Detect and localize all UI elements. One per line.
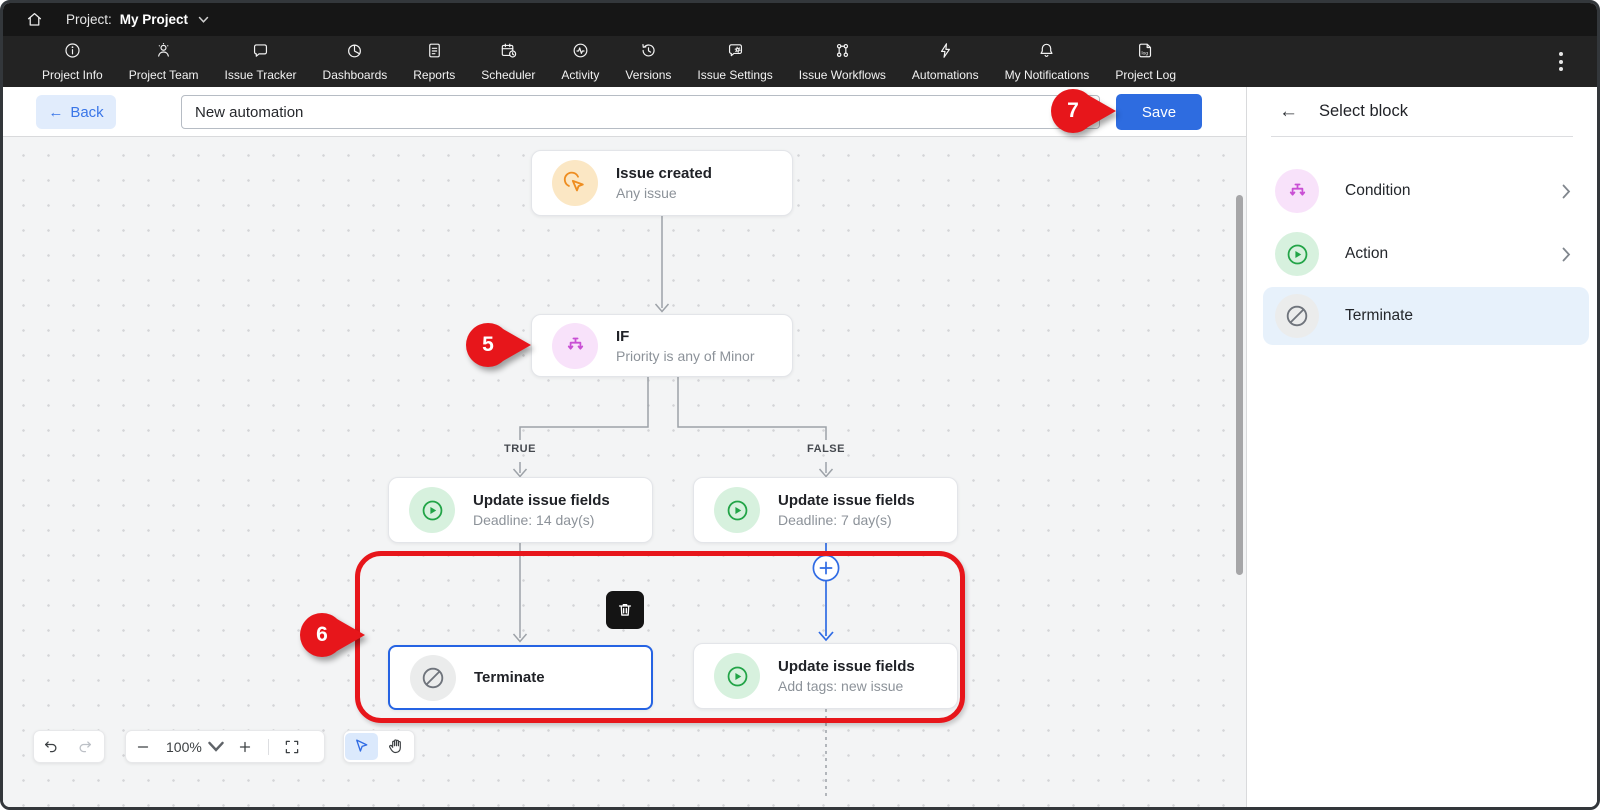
- overflow-menu-icon[interactable]: [1555, 48, 1567, 75]
- panel-back-arrow-icon[interactable]: ←: [1279, 101, 1298, 123]
- divider: [268, 739, 269, 755]
- automation-toolbar: ← Back Save: [3, 87, 1246, 137]
- terminate-block-icon: [410, 655, 456, 701]
- activity-icon: [571, 41, 590, 65]
- zoom-preset-dropdown[interactable]: [204, 731, 228, 762]
- nav-project-info[interactable]: Project Info: [29, 36, 116, 87]
- info-icon: [63, 41, 82, 65]
- project-label: Project:: [66, 12, 112, 27]
- nav-project-team[interactable]: Project Team: [116, 36, 212, 87]
- delete-block-button[interactable]: [606, 591, 644, 629]
- redo-button[interactable]: [68, 731, 102, 762]
- minus-icon: [134, 738, 152, 756]
- block-option-action[interactable]: Action: [1263, 225, 1589, 283]
- action-play-icon: [409, 487, 455, 533]
- condition-branch-icon: [1275, 169, 1319, 213]
- top-bar: Project: My Project: [3, 3, 1597, 36]
- project-name[interactable]: My Project: [120, 12, 188, 27]
- condition-branch-icon: [552, 323, 598, 369]
- issue-created-trigger-icon: [552, 160, 598, 206]
- fit-to-screen-button[interactable]: [275, 731, 309, 762]
- zoom-in-button[interactable]: [228, 731, 262, 762]
- chevron-down-icon[interactable]: [198, 16, 209, 24]
- dashboards-icon: [345, 41, 364, 65]
- terminate-block-icon: [1275, 294, 1319, 338]
- nav-versions[interactable]: Versions: [612, 36, 684, 87]
- left-arrow-icon: ←: [48, 104, 63, 121]
- undo-redo-group: [33, 730, 105, 763]
- zoom-out-button[interactable]: [126, 731, 160, 762]
- block-option-terminate[interactable]: Terminate: [1263, 287, 1589, 345]
- nav-reports[interactable]: Reports: [400, 36, 468, 87]
- chevron-right-icon: [1562, 247, 1571, 262]
- automations-icon: [936, 41, 955, 65]
- issue-tracker-icon: [251, 41, 270, 65]
- nav-automations[interactable]: Automations: [899, 36, 992, 87]
- true-branch-label: TRUE: [504, 443, 536, 455]
- nav-scheduler[interactable]: Scheduler: [468, 36, 548, 87]
- panel-header: ← Select block: [1247, 87, 1597, 136]
- trash-icon: [615, 600, 635, 620]
- svg-text:log: log: [1142, 50, 1149, 56]
- back-button[interactable]: ← Back: [36, 95, 116, 129]
- undo-icon: [42, 738, 60, 756]
- undo-button[interactable]: [34, 731, 68, 762]
- block-option-condition[interactable]: Condition: [1263, 162, 1589, 220]
- chevron-right-icon: [1562, 184, 1571, 199]
- plus-icon: [236, 738, 254, 756]
- redo-icon: [76, 738, 94, 756]
- canvas-vertical-scrollbar[interactable]: [1236, 195, 1243, 575]
- notifications-icon: [1037, 41, 1056, 65]
- pointer-tools-group: [343, 730, 415, 763]
- panel-title: Select block: [1319, 102, 1408, 121]
- nav-dashboards[interactable]: Dashboards: [310, 36, 401, 87]
- nav-issue-tracker[interactable]: Issue Tracker: [212, 36, 310, 87]
- add-block-plus-icon[interactable]: [812, 554, 840, 582]
- automation-flow-canvas[interactable]: Issue created Any issue IF Priority is a…: [3, 137, 1246, 807]
- panel-divider: [1271, 136, 1573, 137]
- false-branch-label: FALSE: [807, 443, 845, 455]
- pan-tool-button[interactable]: [380, 733, 413, 760]
- team-icon: [154, 41, 173, 65]
- action-play-icon: [714, 487, 760, 533]
- action-play-icon: [1275, 232, 1319, 276]
- versions-icon: [639, 41, 658, 65]
- flow-block-if-condition[interactable]: IF Priority is any of Minor: [531, 314, 793, 377]
- select-block-panel: ← Select block Condition Action: [1246, 87, 1597, 807]
- issue-settings-icon: [726, 41, 745, 65]
- flow-block-terminate[interactable]: Terminate: [388, 645, 653, 710]
- nav-issue-settings[interactable]: Issue Settings: [684, 36, 785, 87]
- hand-icon: [387, 737, 406, 756]
- fullscreen-icon: [283, 738, 301, 756]
- pointer-cursor-icon: [352, 737, 371, 756]
- chevron-down-icon: [207, 738, 225, 756]
- project-log-icon: log: [1136, 41, 1155, 65]
- zoom-controls-group: 100%: [125, 730, 325, 763]
- flow-block-issue-created[interactable]: Issue created Any issue: [531, 150, 793, 216]
- nav-project-log[interactable]: log Project Log: [1102, 36, 1189, 87]
- flow-block-add-tags[interactable]: Update issue fields Add tags: new issue: [693, 643, 958, 709]
- flow-block-update-deadline-7[interactable]: Update issue fields Deadline: 7 day(s): [693, 477, 958, 543]
- flow-block-update-deadline-14[interactable]: Update issue fields Deadline: 14 day(s): [388, 477, 653, 543]
- zoom-level-value[interactable]: 100%: [166, 739, 202, 755]
- scheduler-icon: [499, 41, 518, 65]
- reports-icon: [425, 41, 444, 65]
- issue-workflows-icon: [833, 41, 852, 65]
- home-icon[interactable]: [25, 10, 44, 29]
- select-tool-button[interactable]: [345, 733, 378, 760]
- automation-name-input[interactable]: [181, 95, 1100, 129]
- module-nav-bar: Project Info Project Team Issue Tracker …: [3, 36, 1597, 87]
- app-window: Project: My Project Project Info Project…: [0, 0, 1600, 810]
- nav-activity[interactable]: Activity: [548, 36, 612, 87]
- nav-my-notifications[interactable]: My Notifications: [992, 36, 1103, 87]
- nav-issue-workflows[interactable]: Issue Workflows: [786, 36, 899, 87]
- action-play-icon: [714, 653, 760, 699]
- save-button[interactable]: Save: [1116, 94, 1202, 130]
